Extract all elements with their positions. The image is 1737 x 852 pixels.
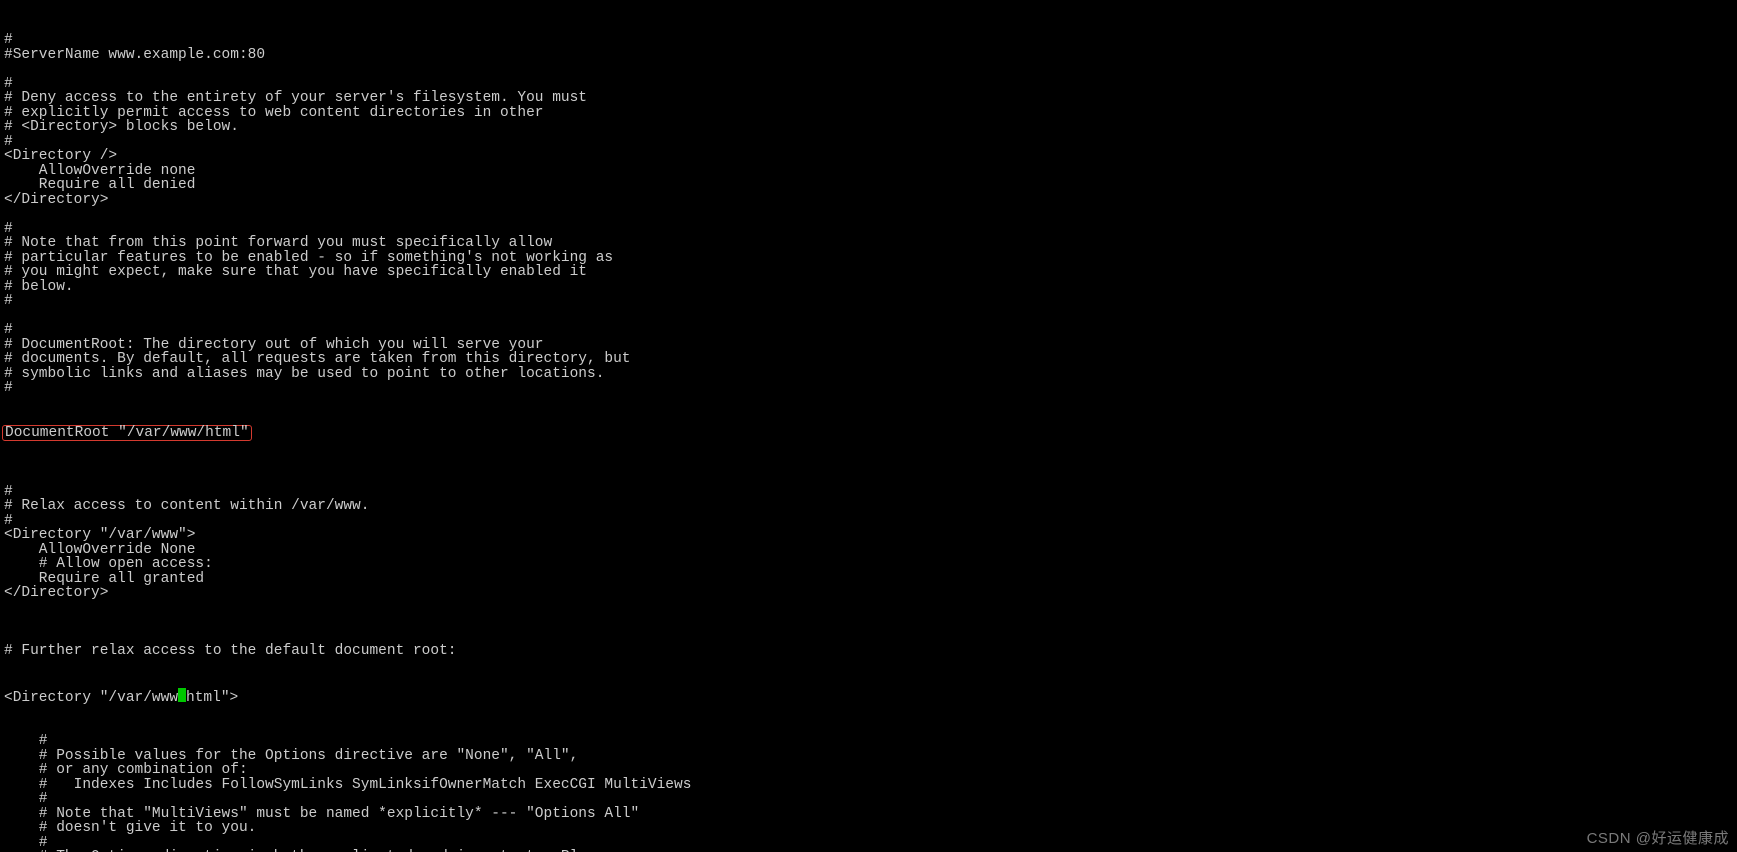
highlighted-documentroot-line: DocumentRoot "/var/www/html": [4, 425, 1733, 442]
config-line: #: [4, 734, 1733, 749]
config-line: # doesn't give it to you.: [4, 821, 1733, 836]
config-line: #: [4, 77, 1733, 92]
config-line: </Directory>: [4, 586, 1733, 601]
config-line: #: [4, 485, 1733, 500]
config-line: # explicitly permit access to web conten…: [4, 106, 1733, 121]
terminal-cursor: [178, 688, 186, 702]
config-line: [4, 470, 1733, 485]
config-line: </Directory>: [4, 193, 1733, 208]
config-line: #: [4, 135, 1733, 150]
config-line: #: [4, 381, 1733, 396]
config-line: #: [4, 222, 1733, 237]
vertical-scrollbar[interactable]: [1729, 0, 1737, 852]
config-line: #ServerName www.example.com:80: [4, 48, 1733, 63]
config-line: # Note that "MultiViews" must be named *…: [4, 807, 1733, 822]
config-line: AllowOverride none: [4, 164, 1733, 179]
config-text-block: ## Relax access to content within /var/w…: [4, 470, 1733, 615]
text-segment: html">: [186, 690, 238, 706]
config-line: <Directory "/var/www">: [4, 528, 1733, 543]
text-segment: <Directory "/var/www: [4, 690, 178, 706]
config-line: # you might expect, make sure that you h…: [4, 265, 1733, 280]
config-line: # Deny access to the entirety of your se…: [4, 91, 1733, 106]
config-line: # particular features to be enabled - so…: [4, 251, 1733, 266]
config-line: # documents. By default, all requests ar…: [4, 352, 1733, 367]
config-line: [4, 601, 1733, 616]
config-line: AllowOverride None: [4, 543, 1733, 558]
config-line: # Note that from this point forward you …: [4, 236, 1733, 251]
config-line: # Possible values for the Options direct…: [4, 749, 1733, 764]
config-line: Require all granted: [4, 572, 1733, 587]
config-line: <Directory />: [4, 149, 1733, 164]
config-line: #: [4, 323, 1733, 338]
config-text-block: # # Possible values for the Options dire…: [4, 734, 1733, 852]
config-line: [4, 62, 1733, 77]
terminal-view[interactable]: ##ServerName www.example.com:80 ## Deny …: [0, 0, 1737, 852]
config-line: # <Directory> blocks below.: [4, 120, 1733, 135]
config-line: Require all denied: [4, 178, 1733, 193]
config-line: # below.: [4, 280, 1733, 295]
config-line: #: [4, 792, 1733, 807]
further-relax-line: # Further relax access to the default do…: [4, 644, 1733, 659]
config-line: #: [4, 294, 1733, 309]
config-line: #: [4, 836, 1733, 851]
config-line: [4, 207, 1733, 222]
config-line: [4, 309, 1733, 324]
config-line: # Relax access to content within /var/ww…: [4, 499, 1733, 514]
directory-line-with-cursor: <Directory "/var/www html">: [4, 688, 1733, 706]
config-line: # Allow open access:: [4, 557, 1733, 572]
config-text-block: ##ServerName www.example.com:80 ## Deny …: [4, 33, 1733, 396]
documentroot-highlight: DocumentRoot "/var/www/html": [2, 425, 252, 442]
config-line: # or any combination of:: [4, 763, 1733, 778]
config-line: #: [4, 33, 1733, 48]
config-line: #: [4, 514, 1733, 529]
config-line: # symbolic links and aliases may be used…: [4, 367, 1733, 382]
config-line: # Indexes Includes FollowSymLinks SymLin…: [4, 778, 1733, 793]
config-line: # DocumentRoot: The directory out of whi…: [4, 338, 1733, 353]
